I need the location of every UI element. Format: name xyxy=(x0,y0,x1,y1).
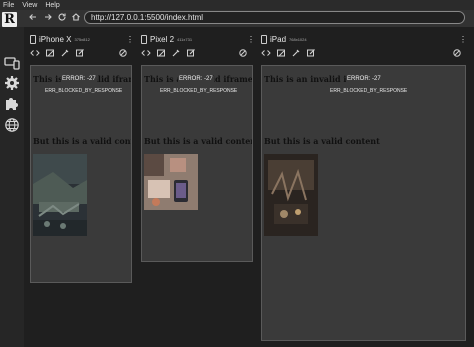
sidebar xyxy=(0,27,24,347)
device-resolution: 375x812 xyxy=(74,37,90,42)
home-icon xyxy=(72,13,80,21)
edit-icon[interactable] xyxy=(186,48,196,58)
menu-help[interactable]: Help xyxy=(45,2,59,9)
error-title: ERROR: -27 xyxy=(346,76,382,82)
device-toolbar xyxy=(261,48,321,58)
screenshot-icon[interactable] xyxy=(45,48,55,58)
extensions-puzzle-icon[interactable] xyxy=(4,95,20,111)
code-icon[interactable] xyxy=(30,48,40,58)
screenshot-icon[interactable] xyxy=(276,48,286,58)
device-resolution: 768x1024 xyxy=(289,37,307,42)
error-title: ERROR: -27 xyxy=(61,76,97,82)
menu-file[interactable]: File xyxy=(3,2,14,9)
settings-gear-icon[interactable] xyxy=(4,75,20,91)
menu-bar: File View Help xyxy=(0,0,474,10)
error-detail: ERR_BLOCKED_BY_RESPONSE xyxy=(160,88,238,94)
device-ipad: iPad 768x1024 ⋮ This is an invalid ifram… xyxy=(261,33,467,341)
device-header: iPhone X 375x812 xyxy=(30,33,90,46)
menu-view[interactable]: View xyxy=(22,2,37,9)
arrow-right-icon xyxy=(45,14,52,20)
arrow-left-icon xyxy=(29,14,36,20)
main-area: iPhone X 375x812 ⋮ This is an invalid if… xyxy=(24,27,474,347)
device-pixel-2: Pixel 2 411x731 ⋮ This is an invalid ifr… xyxy=(141,33,255,262)
device-iphone-x: iPhone X 375x812 ⋮ This is an invalid if… xyxy=(30,33,134,283)
valid-content-heading: But this is a valid content xyxy=(33,136,131,146)
device-name: Pixel 2 xyxy=(150,35,175,44)
eyedropper-icon[interactable] xyxy=(60,48,70,58)
devices-icon[interactable] xyxy=(4,55,20,71)
code-icon[interactable] xyxy=(141,48,151,58)
rotate-icon[interactable] xyxy=(452,48,462,58)
error-detail: ERR_BLOCKED_BY_RESPONSE xyxy=(330,88,408,94)
device-viewport: This is an invalid iframe ERROR: -27 ERR… xyxy=(30,65,132,283)
reload-icon xyxy=(58,13,66,21)
address-bar[interactable]: http://127.0.0.1:5500/index.html xyxy=(84,11,465,24)
device-toolbar xyxy=(30,48,90,58)
edit-icon[interactable] xyxy=(306,48,316,58)
more-vert-icon[interactable]: ⋮ xyxy=(247,35,255,44)
content-image xyxy=(264,154,318,236)
reload-button[interactable] xyxy=(56,12,68,24)
eyedropper-icon[interactable] xyxy=(291,48,301,58)
device-viewport: This is an invalid iframe ERROR: -27 ERR… xyxy=(261,65,466,341)
globe-icon[interactable] xyxy=(4,117,20,133)
error-title: ERROR: -27 xyxy=(178,76,214,82)
eyedropper-icon[interactable] xyxy=(171,48,181,58)
forward-button[interactable] xyxy=(42,12,54,24)
screenshot-icon[interactable] xyxy=(156,48,166,58)
edit-icon[interactable] xyxy=(75,48,85,58)
content-image xyxy=(144,154,198,210)
device-viewport: This is an invalid iframe ERROR: -27 ERR… xyxy=(141,65,253,262)
app-logo: R xyxy=(2,12,17,27)
phone-icon xyxy=(141,35,147,44)
device-resolution: 411x731 xyxy=(177,37,193,42)
rotate-icon[interactable] xyxy=(238,48,248,58)
tablet-icon xyxy=(261,35,267,44)
more-vert-icon[interactable]: ⋮ xyxy=(126,35,134,44)
device-toolbar xyxy=(141,48,201,58)
device-name: iPhone X xyxy=(39,35,72,44)
device-header: iPad 768x1024 xyxy=(261,33,307,46)
home-button[interactable] xyxy=(70,12,82,24)
code-icon[interactable] xyxy=(261,48,271,58)
phone-icon xyxy=(30,35,36,44)
valid-content-heading: But this is a valid content xyxy=(264,136,380,146)
more-vert-icon[interactable]: ⋮ xyxy=(459,35,467,44)
error-detail: ERR_BLOCKED_BY_RESPONSE xyxy=(45,88,123,94)
content-image xyxy=(33,154,87,236)
valid-content-heading: But this is a valid content xyxy=(144,136,253,146)
back-button[interactable] xyxy=(27,12,39,24)
device-name: iPad xyxy=(270,35,287,44)
device-header: Pixel 2 411x731 xyxy=(141,33,192,46)
rotate-icon[interactable] xyxy=(118,48,128,58)
